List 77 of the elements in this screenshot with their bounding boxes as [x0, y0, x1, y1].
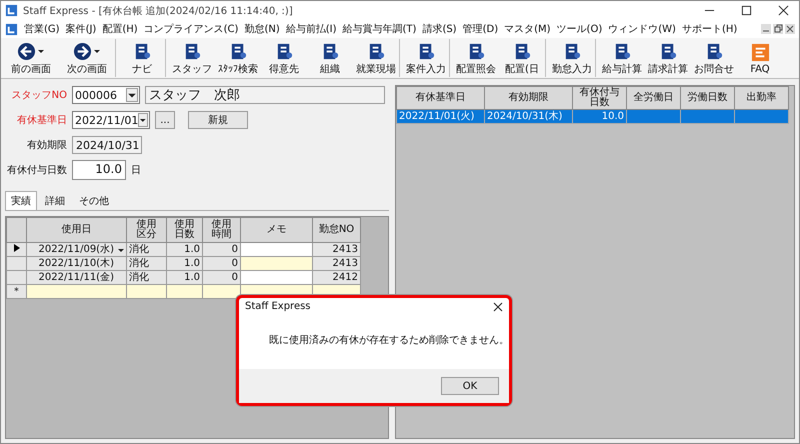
toolbar-button[interactable]: 配置(日	[499, 39, 546, 77]
dialog-title: Staff Express	[245, 301, 311, 312]
menu-item[interactable]: コンプライアンス(C)	[144, 22, 238, 36]
toolbar-button[interactable]: 配置照会	[453, 39, 499, 77]
column-header: 使用日	[26, 218, 126, 242]
column-header: 使用日数	[166, 218, 202, 242]
toolbar-button[interactable]: 得意先	[261, 39, 307, 77]
table-cell: 1.0	[166, 270, 202, 284]
tab[interactable]: 実績	[5, 191, 37, 210]
column-header: 労働日数	[680, 86, 734, 110]
column-header: メモ	[240, 218, 312, 242]
menu-item[interactable]: 管理(D)	[462, 22, 498, 36]
field-label: 有効期限	[26, 138, 67, 152]
table-cell: 消化	[126, 242, 166, 256]
new-row-marker: ＊	[12, 286, 22, 296]
menu-item[interactable]: 勤怠(N)	[244, 22, 280, 36]
toolbar-button[interactable]: 案件入力	[403, 39, 450, 77]
field-label: 有休基準日	[16, 114, 67, 127]
toolbar-button[interactable]: 勤怠入力	[549, 39, 596, 77]
toolbar-button[interactable]: 就業現場	[353, 39, 400, 77]
unit-label: 日	[131, 164, 141, 177]
menu-item[interactable]: 営業(G)	[24, 22, 60, 36]
toolbar-button[interactable]: 組織	[307, 39, 353, 77]
table-cell: 0	[202, 270, 240, 284]
field-label: 有休付与日数	[6, 164, 67, 177]
table-cell: 消化	[126, 270, 166, 284]
window-title: Staff Express - [有休台帳 追加(2024/02/16 11:14:40, :)]	[23, 4, 294, 18]
table-cell: 2022/11/10(木)	[26, 256, 126, 270]
menu-item[interactable]: ツール(O)	[556, 22, 602, 36]
column-header: 有休付与日数	[572, 86, 626, 110]
column-header: 有休基準日	[396, 86, 484, 110]
column-header: 使用区分	[126, 218, 166, 242]
staff-number-dropdown[interactable]: 000006	[72, 86, 140, 104]
table-row[interactable]: 2022/11/01(火) 2024/10/31(木) 10.0	[396, 110, 788, 124]
column-header: 勤怠NO	[312, 218, 360, 242]
column-header: 全労働日	[626, 86, 680, 110]
staff-name-field: スタッフ 次郎	[145, 86, 385, 104]
table-cell: 1.0	[166, 256, 202, 270]
toolbar-button[interactable]: 給与計算	[599, 39, 645, 77]
new-button[interactable]: 新規	[188, 111, 248, 129]
toolbar-button[interactable]: お問合せ	[691, 39, 737, 77]
toolbar-button[interactable]: ナビ	[119, 39, 166, 77]
dialog-message: 既に使用済みの有休が存在するため削除できません。	[269, 334, 509, 347]
table-cell: 0	[202, 256, 240, 270]
column-header: 出勤率	[734, 86, 788, 110]
granted-days-input[interactable]: 10.0	[72, 160, 126, 180]
expiry-date-field: 2024/10/31	[72, 136, 142, 154]
column-header: 有効期限	[484, 86, 572, 110]
toolbar-button[interactable]: スタッフ	[169, 39, 215, 77]
toolbar-button[interactable]: 次の画面	[59, 39, 116, 77]
browse-button[interactable]: ...	[155, 111, 175, 129]
menu-item[interactable]: 給与賞与年調(T)	[342, 22, 416, 36]
ok-button[interactable]: OK	[441, 377, 499, 395]
menu-item[interactable]: サポート(H)	[682, 22, 738, 36]
menu-item[interactable]: 給与前払(I)	[286, 22, 337, 36]
table-cell: 2022/11/09(水)	[26, 242, 126, 256]
column-header: 使用時間	[202, 218, 240, 242]
tab[interactable]: 詳細	[39, 191, 71, 210]
menu-item[interactable]: 案件(J)	[66, 22, 96, 36]
tab[interactable]: その他	[73, 191, 115, 210]
date-dropdown[interactable]: 2022/11/01	[72, 111, 150, 129]
field-label: スタッフNO	[10, 89, 67, 102]
table-cell: 2022/11/11(金)	[26, 270, 126, 284]
table-cell: 消化	[126, 256, 166, 270]
menu-item[interactable]: マスタ(M)	[504, 22, 551, 36]
toolbar-button[interactable]: FAQ	[737, 40, 783, 76]
menu-item[interactable]: 配置(H)	[102, 22, 138, 36]
table-cell: 2413	[312, 256, 360, 270]
toolbar-button[interactable]: 請求計算	[645, 39, 691, 77]
menu-item[interactable]: ウィンドウ(W)	[608, 22, 676, 36]
toolbar-button[interactable]: ｽﾀｯﾌ検索	[215, 39, 261, 77]
toolbar-button[interactable]: 前の画面	[3, 39, 59, 77]
table-cell: 1.0	[166, 242, 202, 256]
table-cell: 2413	[312, 242, 360, 256]
table-cell: 0	[202, 242, 240, 256]
menu-item[interactable]: 請求(S)	[422, 22, 457, 36]
table-cell: 2412	[312, 270, 360, 284]
